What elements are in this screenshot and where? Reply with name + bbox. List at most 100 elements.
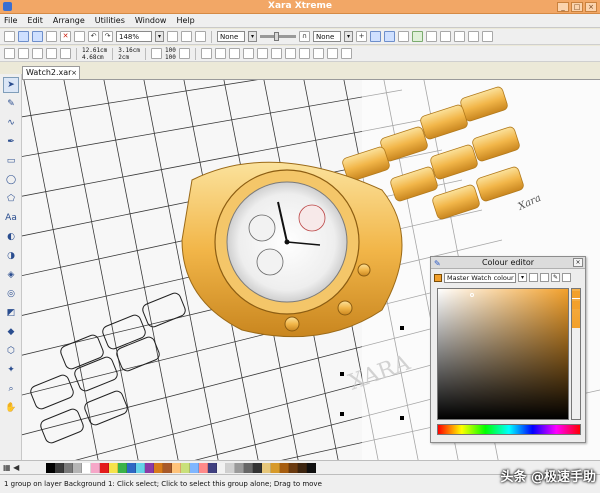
arrange-front-icon[interactable] [284, 48, 296, 59]
options-icon[interactable] [426, 31, 437, 42]
zoom-tool-icon-left[interactable]: ⌕ [3, 381, 19, 397]
add-icon[interactable]: + [356, 31, 367, 42]
fill-select[interactable]: None [217, 31, 245, 42]
contour-tool-icon[interactable]: ◎ [3, 286, 19, 302]
undo-icon[interactable]: ↶ [88, 31, 99, 42]
transparency-tool-icon[interactable]: ◑ [3, 248, 19, 264]
menu-edit[interactable]: Edit [27, 16, 43, 25]
colour-editor-close-button[interactable]: × [573, 258, 583, 267]
group-icon[interactable] [312, 48, 324, 59]
menu-window[interactable]: Window [135, 16, 167, 25]
save-icon[interactable] [32, 31, 43, 42]
align-center-icon[interactable] [214, 48, 226, 59]
palette-swatch[interactable] [289, 463, 298, 473]
selector-mode-icon[interactable] [4, 48, 15, 59]
blend-tool-icon[interactable]: ⬡ [3, 343, 19, 359]
palette-swatch[interactable] [181, 463, 190, 473]
open-icon[interactable] [18, 31, 29, 42]
palette-swatch[interactable] [109, 463, 118, 473]
help-icon[interactable] [482, 31, 493, 42]
palette-swatch[interactable] [163, 463, 172, 473]
transform-icon[interactable] [398, 31, 409, 42]
palette-swatch[interactable] [145, 463, 154, 473]
live-effects-tool-icon[interactable]: ✦ [3, 362, 19, 378]
palette-swatch[interactable] [118, 463, 127, 473]
scale-lines-icon[interactable] [46, 48, 57, 59]
colour-name-select[interactable]: Master Watch colour [444, 272, 516, 283]
palette-swatch[interactable] [91, 463, 100, 473]
rectangle-tool-icon[interactable]: ▭ [3, 153, 19, 169]
scale-x-field[interactable]: 100 [165, 47, 176, 54]
hue-slider[interactable] [437, 424, 581, 435]
palette-swatch[interactable] [262, 463, 271, 473]
slider-knob[interactable] [274, 32, 279, 41]
bevel-tool-icon[interactable]: ◆ [3, 324, 19, 340]
zoom-tool-icon[interactable] [167, 31, 178, 42]
palette-swatch[interactable] [127, 463, 136, 473]
push-tool-icon[interactable]: ✋ [3, 400, 19, 416]
palette-swatch[interactable] [271, 463, 280, 473]
freehand-tool-icon[interactable]: ∿ [3, 115, 19, 131]
palette-swatch[interactable] [226, 463, 235, 473]
ellipse-tool-icon[interactable]: ◯ [3, 172, 19, 188]
gallery-icon[interactable] [412, 31, 423, 42]
fill-dropdown-icon[interactable]: ▾ [248, 31, 257, 42]
align-right-icon[interactable] [228, 48, 240, 59]
palette-swatch[interactable] [280, 463, 289, 473]
menu-utilities[interactable]: Utilities [95, 16, 125, 25]
palette-swatch[interactable] [73, 463, 82, 473]
scale-y-field[interactable]: 100 [165, 54, 176, 61]
colour-lock-icon[interactable] [562, 273, 571, 282]
zoom-dropdown-icon[interactable]: ▾ [155, 31, 164, 42]
y-position[interactable]: 4.68cm [82, 54, 107, 61]
redo-icon[interactable]: ↷ [102, 31, 113, 42]
saturation-value-picker[interactable] [437, 288, 569, 420]
zoom-previous-icon[interactable] [181, 31, 192, 42]
copy-icon[interactable] [74, 31, 85, 42]
picker-cursor[interactable] [470, 293, 474, 297]
delete-icon[interactable]: ✕ [60, 31, 71, 42]
eyedropper-icon[interactable]: ✎ [551, 273, 560, 282]
palette-swatch[interactable] [298, 463, 307, 473]
zoom-fit-icon[interactable] [195, 31, 206, 42]
pen-tool-icon[interactable]: ✒ [3, 134, 19, 150]
x-position[interactable]: 12.61cm [82, 47, 107, 54]
colour-link-icon[interactable] [529, 273, 538, 282]
rotate-mode-icon[interactable] [32, 48, 43, 59]
magnet-icon[interactable]: ∩ [299, 31, 310, 42]
menu-file[interactable]: File [4, 16, 17, 25]
combine-icon[interactable] [340, 48, 352, 59]
flip-horizontal-icon[interactable] [242, 48, 254, 59]
shape-editor-tool-icon[interactable]: ✎ [3, 96, 19, 112]
ungroup-icon[interactable] [326, 48, 338, 59]
percent-icon[interactable] [178, 48, 190, 59]
print-icon[interactable] [46, 31, 57, 42]
height-field[interactable]: 2cm [118, 54, 140, 61]
selector-tool-icon[interactable]: ➤ [3, 77, 19, 93]
palette-swatch[interactable] [100, 463, 109, 473]
document-tab[interactable]: Watch2.xar × [22, 66, 80, 79]
new-document-icon[interactable] [4, 31, 15, 42]
line-dropdown-icon[interactable]: ▾ [344, 31, 353, 42]
line-select[interactable]: None [313, 31, 341, 42]
palette-swatch[interactable] [190, 463, 199, 473]
maximize-button[interactable]: □ [571, 2, 583, 12]
palette-swatch[interactable] [55, 463, 64, 473]
palette-swatch[interactable] [253, 463, 262, 473]
flip-icon[interactable] [60, 48, 71, 59]
palette-swatch[interactable] [154, 463, 163, 473]
tab-close-icon[interactable]: × [71, 67, 77, 79]
palette-menu-icon[interactable]: ▦ ◀ [3, 463, 19, 472]
colour-dropdown-icon[interactable]: ▾ [518, 273, 527, 282]
palette-swatch[interactable] [82, 463, 91, 473]
rotate-icon[interactable] [270, 48, 282, 59]
palette-swatch[interactable] [235, 463, 244, 473]
minimize-button[interactable]: _ [557, 2, 569, 12]
colour-editor-dialog[interactable]: ✎ Colour editor × Master Watch colour ▾ … [430, 256, 586, 443]
mould-tool-icon[interactable]: ◈ [3, 267, 19, 283]
palette-swatch[interactable] [208, 463, 217, 473]
align-left-icon[interactable] [200, 48, 212, 59]
wand-icon[interactable] [468, 31, 479, 42]
palette-swatch[interactable] [136, 463, 145, 473]
text-tool-icon[interactable]: Aa [3, 210, 19, 226]
